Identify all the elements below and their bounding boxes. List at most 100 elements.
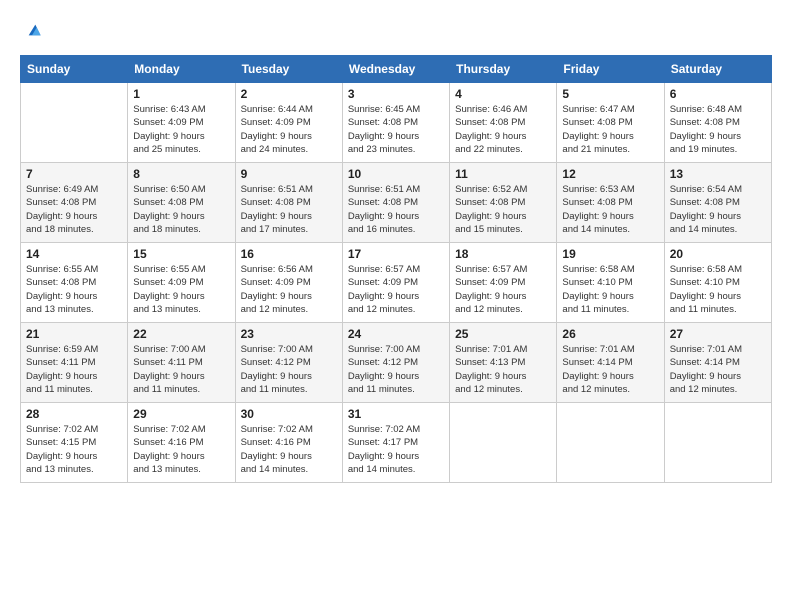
day-info: Sunrise: 6:56 AMSunset: 4:09 PMDaylight:… — [241, 263, 337, 316]
day-info: Sunrise: 6:55 AMSunset: 4:09 PMDaylight:… — [133, 263, 229, 316]
day-number: 17 — [348, 247, 444, 261]
day-info: Sunrise: 6:44 AMSunset: 4:09 PMDaylight:… — [241, 103, 337, 156]
day-number: 6 — [670, 87, 766, 101]
day-info: Sunrise: 6:45 AMSunset: 4:08 PMDaylight:… — [348, 103, 444, 156]
calendar-cell: 20 Sunrise: 6:58 AMSunset: 4:10 PMDayligh… — [664, 243, 771, 323]
calendar-cell: 27 Sunrise: 7:01 AMSunset: 4:14 PMDayligh… — [664, 323, 771, 403]
day-info: Sunrise: 6:54 AMSunset: 4:08 PMDaylight:… — [670, 183, 766, 236]
calendar-cell: 26 Sunrise: 7:01 AMSunset: 4:14 PMDayligh… — [557, 323, 664, 403]
logo — [20, 20, 44, 45]
day-number: 23 — [241, 327, 337, 341]
day-number: 18 — [455, 247, 551, 261]
day-number: 15 — [133, 247, 229, 261]
day-number: 22 — [133, 327, 229, 341]
header — [20, 20, 772, 45]
day-number: 14 — [26, 247, 122, 261]
calendar-cell: 13 Sunrise: 6:54 AMSunset: 4:08 PMDayligh… — [664, 163, 771, 243]
day-number: 1 — [133, 87, 229, 101]
day-info: Sunrise: 6:51 AMSunset: 4:08 PMDaylight:… — [348, 183, 444, 236]
day-number: 29 — [133, 407, 229, 421]
calendar-cell: 8 Sunrise: 6:50 AMSunset: 4:08 PMDaylight… — [128, 163, 235, 243]
calendar-cell: 1 Sunrise: 6:43 AMSunset: 4:09 PMDaylight… — [128, 83, 235, 163]
header-cell-thursday: Thursday — [450, 56, 557, 83]
day-info: Sunrise: 6:51 AMSunset: 4:08 PMDaylight:… — [241, 183, 337, 236]
calendar-cell: 31 Sunrise: 7:02 AMSunset: 4:17 PMDayligh… — [342, 403, 449, 483]
day-number: 21 — [26, 327, 122, 341]
calendar-cell — [21, 83, 128, 163]
day-number: 2 — [241, 87, 337, 101]
day-info: Sunrise: 6:55 AMSunset: 4:08 PMDaylight:… — [26, 263, 122, 316]
day-info: Sunrise: 6:50 AMSunset: 4:08 PMDaylight:… — [133, 183, 229, 236]
calendar-cell: 3 Sunrise: 6:45 AMSunset: 4:08 PMDaylight… — [342, 83, 449, 163]
calendar-cell: 14 Sunrise: 6:55 AMSunset: 4:08 PMDayligh… — [21, 243, 128, 323]
calendar-week-3: 21 Sunrise: 6:59 AMSunset: 4:11 PMDayligh… — [21, 323, 772, 403]
calendar-cell: 15 Sunrise: 6:55 AMSunset: 4:09 PMDayligh… — [128, 243, 235, 323]
day-number: 31 — [348, 407, 444, 421]
header-cell-tuesday: Tuesday — [235, 56, 342, 83]
day-info: Sunrise: 7:00 AMSunset: 4:11 PMDaylight:… — [133, 343, 229, 396]
calendar-cell: 6Sunrise: 6:48 AMSunset: 4:08 PMDaylight… — [664, 83, 771, 163]
calendar-cell: 29 Sunrise: 7:02 AMSunset: 4:16 PMDayligh… — [128, 403, 235, 483]
day-number: 5 — [562, 87, 658, 101]
calendar-cell: 10 Sunrise: 6:51 AMSunset: 4:08 PMDayligh… — [342, 163, 449, 243]
day-number: 20 — [670, 247, 766, 261]
day-number: 25 — [455, 327, 551, 341]
day-number: 13 — [670, 167, 766, 181]
day-info: Sunrise: 6:53 AMSunset: 4:08 PMDaylight:… — [562, 183, 658, 236]
calendar-cell: 30 Sunrise: 7:02 AMSunset: 4:16 PMDayligh… — [235, 403, 342, 483]
calendar-cell: 17 Sunrise: 6:57 AMSunset: 4:09 PMDayligh… — [342, 243, 449, 323]
calendar-cell: 25 Sunrise: 7:01 AMSunset: 4:13 PMDayligh… — [450, 323, 557, 403]
calendar-cell: 24Sunrise: 7:00 AMSunset: 4:12 PMDayligh… — [342, 323, 449, 403]
day-info: Sunrise: 6:49 AMSunset: 4:08 PMDaylight:… — [26, 183, 122, 236]
header-cell-monday: Monday — [128, 56, 235, 83]
day-info: Sunrise: 6:59 AMSunset: 4:11 PMDaylight:… — [26, 343, 122, 396]
day-info: Sunrise: 6:57 AMSunset: 4:09 PMDaylight:… — [455, 263, 551, 316]
calendar-cell: 16 Sunrise: 6:56 AMSunset: 4:09 PMDayligh… — [235, 243, 342, 323]
day-info: Sunrise: 6:58 AMSunset: 4:10 PMDaylight:… — [562, 263, 658, 316]
day-info: Sunrise: 7:02 AMSunset: 4:16 PMDaylight:… — [133, 423, 229, 476]
calendar-cell: 5Sunrise: 6:47 AMSunset: 4:08 PMDaylight… — [557, 83, 664, 163]
day-number: 11 — [455, 167, 551, 181]
day-info: Sunrise: 7:00 AMSunset: 4:12 PMDaylight:… — [241, 343, 337, 396]
calendar-cell: 12 Sunrise: 6:53 AMSunset: 4:08 PMDayligh… — [557, 163, 664, 243]
header-row: SundayMondayTuesdayWednesdayThursdayFrid… — [21, 56, 772, 83]
day-number: 9 — [241, 167, 337, 181]
day-number: 19 — [562, 247, 658, 261]
logo-icon — [22, 20, 42, 40]
day-info: Sunrise: 6:57 AMSunset: 4:09 PMDaylight:… — [348, 263, 444, 316]
calendar-week-0: 1 Sunrise: 6:43 AMSunset: 4:09 PMDaylight… — [21, 83, 772, 163]
day-number: 26 — [562, 327, 658, 341]
calendar-cell: 22 Sunrise: 7:00 AMSunset: 4:11 PMDayligh… — [128, 323, 235, 403]
calendar-cell: 28 Sunrise: 7:02 AMSunset: 4:15 PMDayligh… — [21, 403, 128, 483]
header-cell-saturday: Saturday — [664, 56, 771, 83]
header-cell-wednesday: Wednesday — [342, 56, 449, 83]
calendar-week-2: 14 Sunrise: 6:55 AMSunset: 4:08 PMDayligh… — [21, 243, 772, 323]
day-info: Sunrise: 7:02 AMSunset: 4:17 PMDaylight:… — [348, 423, 444, 476]
day-info: Sunrise: 7:00 AMSunset: 4:12 PMDaylight:… — [348, 343, 444, 396]
calendar-cell: 18 Sunrise: 6:57 AMSunset: 4:09 PMDayligh… — [450, 243, 557, 323]
day-number: 30 — [241, 407, 337, 421]
day-info: Sunrise: 7:02 AMSunset: 4:16 PMDaylight:… — [241, 423, 337, 476]
day-number: 7 — [26, 167, 122, 181]
day-info: Sunrise: 7:01 AMSunset: 4:14 PMDaylight:… — [670, 343, 766, 396]
day-info: Sunrise: 6:43 AMSunset: 4:09 PMDaylight:… — [133, 103, 229, 156]
calendar-cell: 4Sunrise: 6:46 AMSunset: 4:08 PMDaylight… — [450, 83, 557, 163]
day-info: Sunrise: 7:01 AMSunset: 4:14 PMDaylight:… — [562, 343, 658, 396]
calendar-cell: 11 Sunrise: 6:52 AMSunset: 4:08 PMDayligh… — [450, 163, 557, 243]
calendar-cell — [450, 403, 557, 483]
day-number: 10 — [348, 167, 444, 181]
day-info: Sunrise: 6:58 AMSunset: 4:10 PMDaylight:… — [670, 263, 766, 316]
calendar-week-4: 28 Sunrise: 7:02 AMSunset: 4:15 PMDayligh… — [21, 403, 772, 483]
day-number: 8 — [133, 167, 229, 181]
day-number: 27 — [670, 327, 766, 341]
day-number: 12 — [562, 167, 658, 181]
day-number: 28 — [26, 407, 122, 421]
day-number: 3 — [348, 87, 444, 101]
day-info: Sunrise: 6:52 AMSunset: 4:08 PMDaylight:… — [455, 183, 551, 236]
day-info: Sunrise: 7:01 AMSunset: 4:13 PMDaylight:… — [455, 343, 551, 396]
header-cell-sunday: Sunday — [21, 56, 128, 83]
day-info: Sunrise: 7:02 AMSunset: 4:15 PMDaylight:… — [26, 423, 122, 476]
day-number: 16 — [241, 247, 337, 261]
day-number: 4 — [455, 87, 551, 101]
calendar-cell: 9 Sunrise: 6:51 AMSunset: 4:08 PMDaylight… — [235, 163, 342, 243]
